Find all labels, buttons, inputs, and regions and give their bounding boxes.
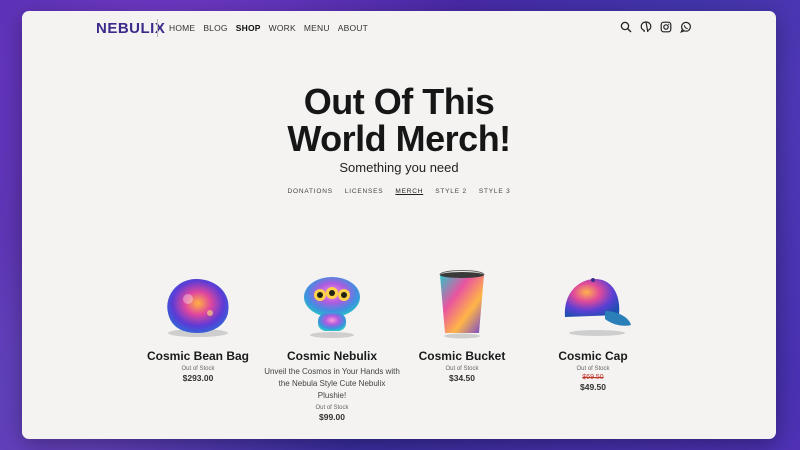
product-name[interactable]: Cosmic Bean Bag	[128, 349, 268, 363]
github-icon[interactable]	[640, 21, 652, 33]
nav-work[interactable]: WORK	[269, 23, 296, 33]
tab-style-3[interactable]: STYLE 3	[479, 188, 511, 195]
original-price: $69.50	[582, 374, 604, 381]
stock-status: Out of Stock	[315, 405, 349, 411]
cap-image[interactable]	[553, 269, 633, 339]
product-price: $34.50	[449, 373, 475, 383]
header-divider	[157, 19, 158, 37]
bucket-image[interactable]	[422, 269, 502, 339]
page-title: Out Of This World Merch!	[22, 83, 776, 157]
nav-menu[interactable]: MENU	[304, 23, 330, 33]
category-tabs: DONATIONS LICENSES MERCH STYLE 2 STYLE 3	[22, 188, 776, 195]
product-card[interactable]: Cosmic Bean Bag Out of Stock $293.00	[128, 269, 268, 383]
site-header: NEBULIX HOME BLOG SHOP WORK MENU ABOUT	[22, 11, 776, 45]
product-card[interactable]: Cosmic Nebulix Unveil the Cosmos in Your…	[262, 269, 402, 422]
product-card[interactable]: Cosmic Bucket Out of Stock $34.50	[392, 269, 532, 383]
nav-shop[interactable]: SHOP	[236, 23, 261, 33]
product-card[interactable]: Cosmic Cap Out of Stock $69.50 $49.50	[523, 269, 663, 392]
nav-home[interactable]: HOME	[169, 23, 195, 33]
product-name[interactable]: Cosmic Cap	[523, 349, 663, 363]
product-name[interactable]: Cosmic Bucket	[392, 349, 532, 363]
nav-about[interactable]: ABOUT	[338, 23, 368, 33]
product-price: $49.50	[580, 382, 606, 392]
page-title-line-1: Out Of This	[303, 81, 495, 122]
instagram-icon[interactable]	[660, 21, 672, 33]
tab-donations[interactable]: DONATIONS	[287, 188, 332, 195]
whatsapp-icon[interactable]	[680, 21, 692, 33]
browser-window: NEBULIX HOME BLOG SHOP WORK MENU ABOUT O…	[22, 11, 776, 439]
stock-status: Out of Stock	[445, 366, 479, 372]
product-price: $99.00	[319, 412, 345, 422]
stock-status: Out of Stock	[576, 366, 610, 372]
product-name[interactable]: Cosmic Nebulix	[262, 349, 402, 363]
search-icon[interactable]	[620, 21, 632, 33]
header-icons	[620, 21, 692, 33]
product-description: Unveil the Cosmos in Your Hands with the…	[264, 367, 400, 400]
stock-status: Out of Stock	[181, 366, 215, 372]
product-price: $293.00	[182, 373, 214, 383]
tab-licenses[interactable]: LICENSES	[345, 188, 384, 195]
bean-bag-image[interactable]	[158, 269, 238, 339]
tab-merch[interactable]: MERCH	[395, 188, 423, 195]
nav-blog[interactable]: BLOG	[203, 23, 227, 33]
site-logo[interactable]: NEBULIX	[96, 20, 165, 37]
page-subtitle: Something you need	[339, 160, 459, 175]
main-nav: HOME BLOG SHOP WORK MENU ABOUT	[169, 23, 368, 33]
nebulix-plushie-image[interactable]	[292, 269, 372, 339]
page-title-line-2: World Merch!	[287, 118, 511, 159]
tab-style-2[interactable]: STYLE 2	[435, 188, 467, 195]
